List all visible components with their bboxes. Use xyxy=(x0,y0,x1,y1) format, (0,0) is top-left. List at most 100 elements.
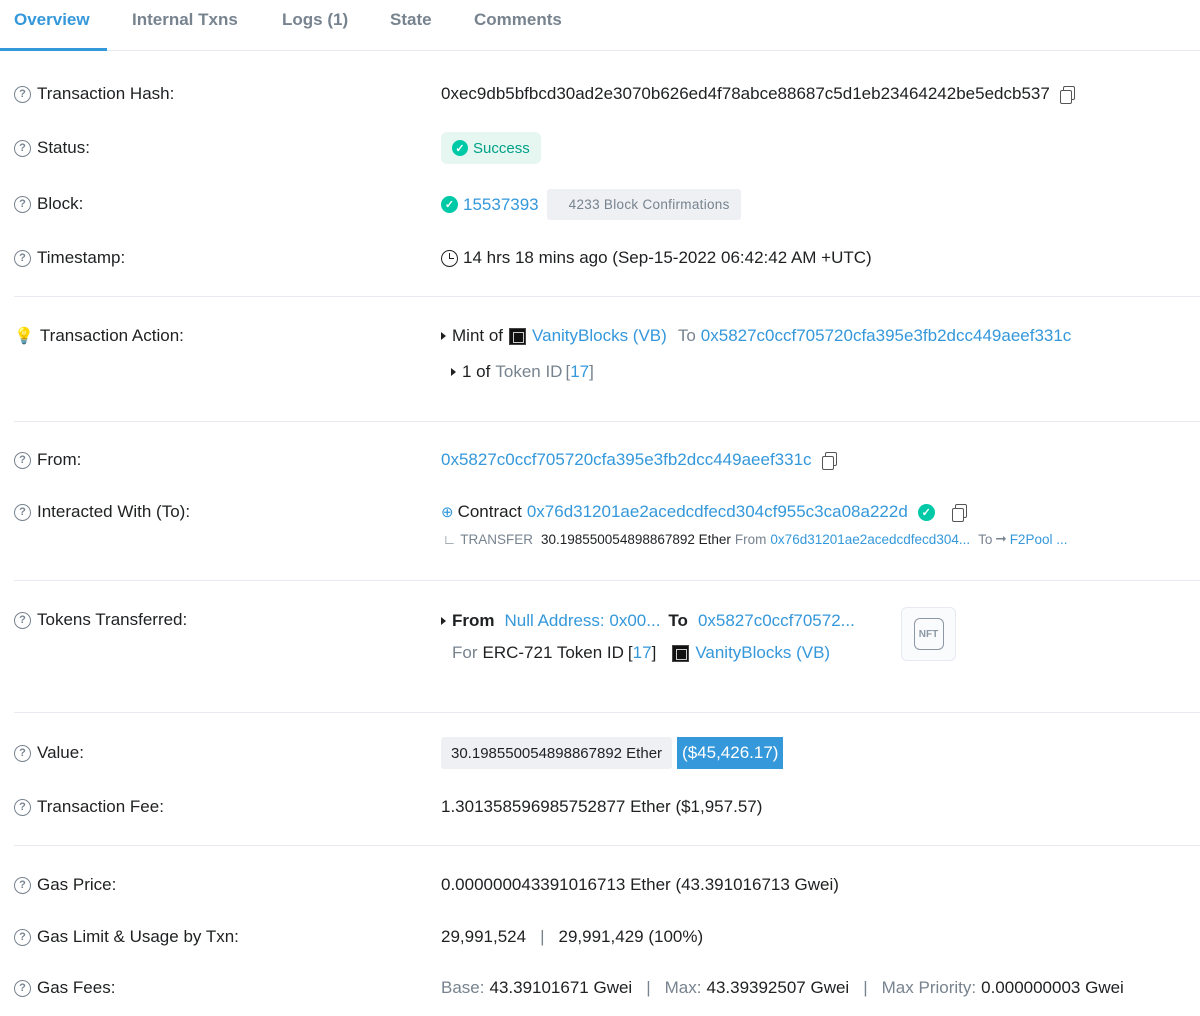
tab-internal-txns[interactable]: Internal Txns xyxy=(132,10,238,30)
transfer-to-label: To xyxy=(978,531,993,547)
separator: | xyxy=(863,978,868,997)
divider xyxy=(14,712,1200,713)
status-label-row: ? Status: xyxy=(14,138,90,158)
tx-hash-value: 0xec9db5bfbcd30ad2e3070b626ed4f78abce886… xyxy=(441,84,1050,103)
copy-icon[interactable] xyxy=(951,504,967,522)
caret-right-icon xyxy=(441,617,446,625)
gas-fees-base-value: 43.39101671 Gwei xyxy=(489,978,633,997)
caret-right-icon xyxy=(441,332,446,340)
status-value-row: ✓ Success xyxy=(441,132,541,164)
transfer-to-link[interactable]: F2Pool ... xyxy=(1010,532,1068,547)
copy-icon[interactable] xyxy=(1059,86,1075,104)
tx-action-to-address-link[interactable]: 0x5827c0ccf705720cfa395e3fb2dcc449aeef33… xyxy=(701,326,1072,346)
tab-overview[interactable]: Overview xyxy=(14,10,90,30)
token-logo-icon xyxy=(672,644,690,662)
contract-address-link[interactable]: 0x76d31201ae2acedcdfecd304cf955c3ca08a22… xyxy=(527,502,908,522)
gas-price-label-row: ? Gas Price: xyxy=(14,875,116,895)
copy-icon[interactable] xyxy=(821,452,837,470)
help-icon[interactable]: ? xyxy=(14,611,31,629)
tokens-to-link[interactable]: 0x5827c0ccf70572... xyxy=(698,611,855,631)
help-icon[interactable]: ? xyxy=(14,195,31,213)
tx-action-mint-prefix: Mint of xyxy=(452,326,504,345)
tokens-from-link[interactable]: Null Address: 0x00... xyxy=(505,611,661,631)
tokens-label: Tokens Transferred: xyxy=(37,610,188,629)
value-ether-badge: 30.198550054898867892 Ether xyxy=(441,737,673,769)
fee-value: 1.301358596985752877 Ether ($1,957.57) xyxy=(441,797,763,816)
caret-right-icon xyxy=(451,368,456,376)
tokens-token-name-link[interactable]: VanityBlocks (VB) xyxy=(695,643,830,663)
value-label-row: ? Value: xyxy=(14,743,84,763)
help-icon[interactable]: ? xyxy=(14,451,31,469)
help-icon[interactable]: ? xyxy=(14,876,31,894)
tx-action-token-id-label: Token ID xyxy=(495,362,563,381)
block-confirmations-badge: 4233 Block Confirmations xyxy=(546,189,741,220)
transfer-label: TRANSFER xyxy=(460,531,533,547)
gas-fees-max-label: Max: xyxy=(664,978,702,997)
status-text: Success xyxy=(473,139,530,157)
transfer-from-link[interactable]: 0x76d31201ae2acedcdfecd304... xyxy=(770,532,970,547)
help-icon[interactable]: ? xyxy=(14,798,31,816)
tx-action-sub-prefix: 1 of xyxy=(462,362,491,381)
tx-action-label: Transaction Action: xyxy=(39,326,184,345)
tokens-to-label: To xyxy=(668,611,688,630)
divider xyxy=(14,296,1200,297)
tokens-for-row: For ERC-721 Token ID [ 17 ] VanityBlocks… xyxy=(452,643,830,663)
gas-fees-label-row: ? Gas Fees: xyxy=(14,978,115,998)
from-value-row: 0x5827c0ccf705720cfa395e3fb2dcc449aeef33… xyxy=(441,450,837,470)
divider xyxy=(14,421,1200,422)
separator: | xyxy=(646,978,651,997)
gas-usage-value: 29,991,429 (100%) xyxy=(558,927,704,946)
fee-label: Transaction Fee: xyxy=(37,797,164,816)
help-icon[interactable]: ? xyxy=(14,928,31,946)
tab-comments[interactable]: Comments xyxy=(474,10,562,30)
tokens-value-row: From Null Address: 0x00... To 0x5827c0cc… xyxy=(441,611,855,631)
gas-fees-base-label: Base: xyxy=(441,978,485,997)
tx-action-value-row: Mint of VanityBlocks (VB) To 0x5827c0ccf… xyxy=(441,326,1071,346)
timestamp-value-row: 14 hrs 18 mins ago (Sep-15-2022 06:42:42… xyxy=(441,248,872,268)
block-label-row: ? Block: xyxy=(14,194,83,214)
contract-label: Contract xyxy=(457,502,522,521)
gas-price-value-row: 0.000000043391016713 Ether (43.391016713… xyxy=(441,875,839,895)
divider xyxy=(14,580,1200,581)
interacted-label-row: ? Interacted With (To): xyxy=(14,502,190,522)
nft-icon: NFT xyxy=(913,618,944,650)
gas-fees-max-value: 43.39392507 Gwei xyxy=(706,978,850,997)
tokens-token-id-link[interactable]: 17 xyxy=(633,643,652,663)
help-icon[interactable]: ? xyxy=(14,503,31,521)
tx-hash-label: Transaction Hash: xyxy=(37,84,175,103)
tab-state[interactable]: State xyxy=(390,10,432,30)
tokens-for-label: For xyxy=(452,643,478,662)
gas-fees-value-row: Base: 43.39101671 Gwei | Max: 43.3939250… xyxy=(441,978,1124,998)
block-number-link[interactable]: 15537393 xyxy=(463,195,539,215)
nft-thumbnail[interactable]: NFT xyxy=(901,607,956,661)
help-icon[interactable]: ? xyxy=(14,744,31,762)
transfer-amount: 30.198550054898867892 Ether xyxy=(540,531,731,547)
transfer-from-label: From xyxy=(734,531,767,547)
bracket-close: ] xyxy=(589,362,594,381)
help-icon[interactable]: ? xyxy=(14,979,31,997)
value-value-row: 30.198550054898867892 Ether ($45,426.17) xyxy=(441,737,784,769)
gas-limit-value: 29,991,524 xyxy=(441,927,527,946)
timestamp-label: Timestamp: xyxy=(37,248,126,267)
help-icon[interactable]: ? xyxy=(14,249,31,267)
tx-hash-value-row: 0xec9db5bfbcd30ad2e3070b626ed4f78abce886… xyxy=(441,84,1075,104)
gas-limit-label: Gas Limit & Usage by Txn: xyxy=(37,927,239,946)
tokens-label-row: ? Tokens Transferred: xyxy=(14,610,187,630)
gas-limit-value-row: 29,991,524 | 29,991,429 (100%) xyxy=(441,927,703,947)
bracket-close: ] xyxy=(651,643,657,662)
from-label-row: ? From: xyxy=(14,450,81,470)
status-badge: ✓ Success xyxy=(441,132,541,164)
tx-action-token-id-link[interactable]: 17 xyxy=(570,362,589,382)
gas-price-value: 0.000000043391016713 Ether (43.391016713… xyxy=(441,875,839,894)
arrow-right-icon: ➞ xyxy=(995,531,1007,546)
from-address-link[interactable]: 0x5827c0ccf705720cfa395e3fb2dcc449aeef33… xyxy=(441,450,812,470)
token-logo-icon xyxy=(509,327,527,345)
tx-action-token-link[interactable]: VanityBlocks (VB) xyxy=(532,326,667,346)
help-icon[interactable]: ? xyxy=(14,139,31,157)
tab-logs[interactable]: Logs (1) xyxy=(282,10,348,30)
help-icon[interactable]: ? xyxy=(14,85,31,103)
status-label: Status: xyxy=(37,138,90,157)
block-value-row: ✓ 15537393 4233 Block Confirmations xyxy=(441,189,741,220)
gas-fees-priority-label: Max Priority: xyxy=(881,978,977,997)
block-label: Block: xyxy=(37,194,84,213)
